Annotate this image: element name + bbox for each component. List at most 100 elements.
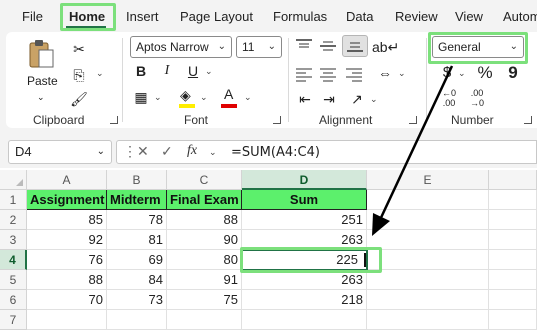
cell-d3[interactable]: 263 [242, 230, 367, 250]
comma-style-button[interactable]: 9 [502, 62, 524, 84]
cell-b4[interactable]: 69 [107, 250, 167, 270]
orientation-icon[interactable]: ↗ [346, 88, 368, 110]
cell-f2[interactable] [489, 210, 537, 230]
cell-b6[interactable]: 73 [107, 290, 167, 310]
font-color-chevron-icon[interactable]: ⌄ [244, 92, 252, 103]
currency-button[interactable]: $ [436, 62, 458, 84]
cell-a4[interactable]: 76 [27, 250, 107, 270]
cell-d4[interactable]: 225 [242, 250, 367, 270]
percent-button[interactable]: % [474, 62, 496, 84]
menu-automate[interactable]: Autom [503, 9, 537, 24]
bold-button[interactable]: B [130, 60, 152, 82]
align-middle-icon[interactable] [318, 38, 338, 54]
paste-chevron-icon[interactable]: ⌄ [37, 92, 45, 103]
cell-d5[interactable]: 263 [242, 270, 367, 290]
cell-b3[interactable]: 81 [107, 230, 167, 250]
menu-data[interactable]: Data [346, 9, 373, 24]
align-bottom-button[interactable] [342, 35, 368, 57]
cancel-icon[interactable]: ✕ [137, 143, 149, 160]
cell-f6[interactable] [489, 290, 537, 310]
menu-insert[interactable]: Insert [126, 9, 159, 24]
column-header-a[interactable]: A [27, 170, 107, 190]
align-right-icon[interactable] [344, 66, 364, 82]
cell-d2[interactable]: 251 [242, 210, 367, 230]
name-box[interactable]: D4 ⌄ [8, 140, 112, 164]
orientation-chevron-icon[interactable]: ⌄ [370, 94, 378, 105]
cell-b7[interactable] [107, 310, 167, 330]
fx-chevron-icon[interactable]: ⌄ [209, 147, 217, 158]
column-header-e[interactable]: E [367, 170, 489, 190]
row-header-2[interactable]: 2 [0, 210, 27, 230]
cell-c6[interactable]: 75 [167, 290, 242, 310]
row-header-7[interactable]: 7 [0, 310, 27, 330]
cell-f5[interactable] [489, 270, 537, 290]
increase-indent-icon[interactable]: ⇥ [318, 88, 340, 110]
cell-e5[interactable] [367, 270, 489, 290]
cell-a6[interactable]: 70 [27, 290, 107, 310]
cell-d1[interactable]: Sum [242, 190, 367, 210]
font-color-button[interactable]: A [218, 86, 240, 108]
menu-page-layout[interactable]: Page Layout [180, 9, 253, 24]
decrease-indent-icon[interactable]: ⇤ [294, 88, 316, 110]
clipboard-launcher-icon[interactable] [110, 116, 118, 124]
wrap-text-icon[interactable]: ab↵ [372, 36, 399, 58]
decrease-decimal-icon[interactable]: .00 →0 [466, 88, 488, 110]
cell-a7[interactable] [27, 310, 107, 330]
column-header-f[interactable] [489, 170, 537, 190]
currency-chevron-icon[interactable]: ⌄ [458, 68, 466, 79]
menu-file[interactable]: File [22, 9, 43, 24]
font-size-combo[interactable]: 11 ⌄ [236, 36, 282, 58]
underline-button[interactable]: U [182, 60, 204, 82]
font-launcher-icon[interactable] [273, 116, 281, 124]
fill-color-chevron-icon[interactable]: ⌄ [200, 92, 208, 103]
cell-c3[interactable]: 90 [167, 230, 242, 250]
cell-b2[interactable]: 78 [107, 210, 167, 230]
cell-a2[interactable]: 85 [27, 210, 107, 230]
merge-center-icon[interactable]: ⇔ [374, 62, 396, 84]
increase-decimal-icon[interactable]: ←0.00 [438, 88, 460, 110]
column-header-c[interactable]: C [167, 170, 242, 190]
underline-chevron-icon[interactable]: ⌄ [205, 66, 213, 77]
cell-e6[interactable] [367, 290, 489, 310]
cell-e4[interactable] [367, 250, 489, 270]
cell-c7[interactable] [167, 310, 242, 330]
cell-d6[interactable]: 218 [242, 290, 367, 310]
select-all-corner[interactable] [0, 170, 27, 190]
cell-d7[interactable] [242, 310, 367, 330]
format-painter-icon[interactable]: 🖌 [68, 88, 90, 110]
font-name-combo[interactable]: Aptos Narrow ⌄ [130, 36, 232, 58]
menu-home[interactable]: Home [69, 9, 105, 24]
fill-color-button[interactable]: ◈ [176, 86, 198, 108]
cut-icon[interactable]: ✂ [68, 38, 90, 60]
cell-f3[interactable] [489, 230, 537, 250]
merge-chevron-icon[interactable]: ⌄ [398, 68, 406, 79]
cell-e1[interactable] [367, 190, 489, 210]
borders-chevron-icon[interactable]: ⌄ [154, 92, 162, 103]
row-header-3[interactable]: 3 [0, 230, 27, 250]
alignment-launcher-icon[interactable] [409, 116, 417, 124]
cell-f7[interactable] [489, 310, 537, 330]
borders-icon[interactable]: ▦ [130, 86, 152, 108]
cell-e7[interactable] [367, 310, 489, 330]
number-format-combo[interactable]: General ⌄ [432, 36, 524, 58]
align-center-icon[interactable] [318, 66, 338, 82]
insert-function-icon[interactable]: fx [187, 143, 197, 159]
column-header-b[interactable]: B [107, 170, 167, 190]
cell-c4[interactable]: 80 [167, 250, 242, 270]
cell-a3[interactable]: 92 [27, 230, 107, 250]
cell-a1[interactable]: Assignment [27, 190, 107, 210]
cell-e2[interactable] [367, 210, 489, 230]
cell-b1[interactable]: Midterm [107, 190, 167, 210]
cell-a5[interactable]: 88 [27, 270, 107, 290]
menu-review[interactable]: Review [395, 9, 438, 24]
cell-c2[interactable]: 88 [167, 210, 242, 230]
cell-c5[interactable]: 91 [167, 270, 242, 290]
options-icon[interactable]: ⋮ [123, 143, 137, 160]
enter-icon[interactable]: ✓ [161, 143, 173, 160]
row-header-6[interactable]: 6 [0, 290, 27, 310]
copy-icon[interactable]: ⎘ [68, 64, 90, 86]
cell-f4[interactable] [489, 250, 537, 270]
number-launcher-icon[interactable] [524, 116, 532, 124]
paste-button[interactable]: Paste ⌄ [22, 38, 62, 102]
column-header-d[interactable]: D [242, 170, 367, 190]
